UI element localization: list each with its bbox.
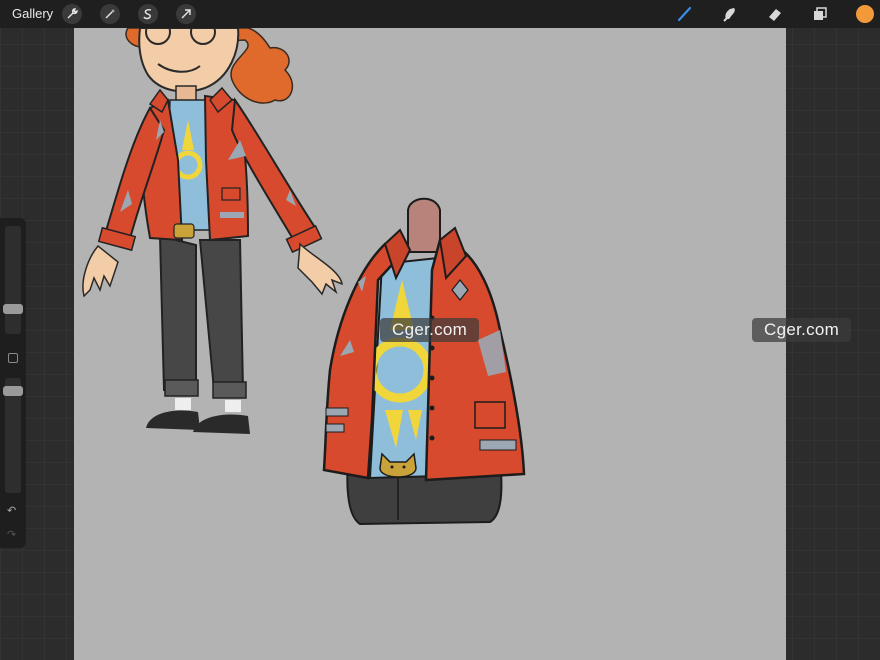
watermark-right: Cger.com [752, 318, 852, 342]
eraser-icon[interactable] [765, 4, 785, 24]
artwork [82, 28, 526, 526]
brush-size-slider[interactable] [3, 226, 23, 334]
side-toolbar: ↶ ↷ [0, 218, 26, 548]
watermark-text: Cger.com [764, 320, 840, 339]
smudge-icon[interactable] [720, 4, 740, 24]
brush-size-thumb[interactable] [3, 304, 23, 314]
modify-button[interactable] [8, 353, 18, 363]
transform-arrow-icon[interactable] [176, 4, 196, 24]
magic-wand-icon[interactable] [100, 4, 120, 24]
watermark-center: Cger.com [380, 318, 480, 342]
layers-icon[interactable] [810, 4, 830, 24]
top-toolbar: Gallery [0, 0, 880, 28]
undo-icon[interactable]: ↶ [7, 504, 16, 517]
watermark-text: Cger.com [392, 320, 468, 339]
brush-icon[interactable] [675, 4, 695, 24]
color-picker-swatch[interactable] [856, 5, 874, 23]
opacity-slider[interactable] [3, 378, 23, 493]
redo-icon[interactable]: ↷ [7, 528, 16, 541]
gallery-button[interactable]: Gallery [12, 6, 53, 21]
wrench-icon[interactable] [62, 4, 82, 24]
opacity-thumb[interactable] [3, 386, 23, 396]
selection-icon[interactable] [138, 4, 158, 24]
drawing-canvas[interactable] [74, 28, 786, 660]
